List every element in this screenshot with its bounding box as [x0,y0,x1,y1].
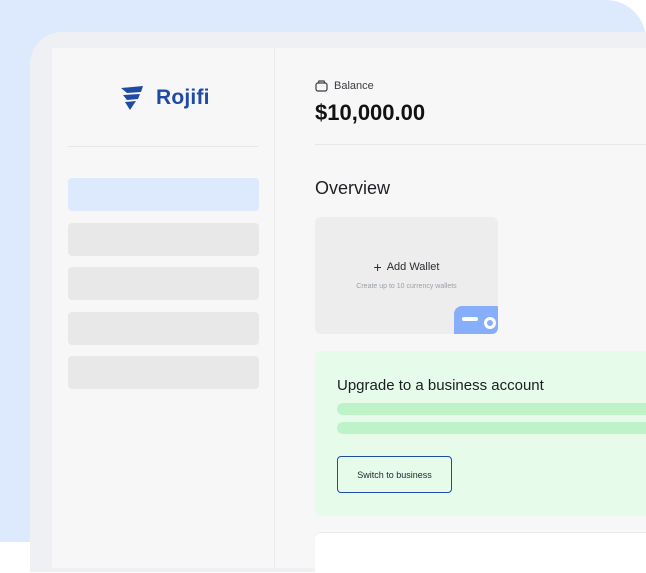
add-wallet-card[interactable]: + Add Wallet Create up to 10 currency wa… [315,217,498,334]
sidebar-item-placeholder[interactable] [68,223,259,256]
wallet-illustration-icon [454,306,498,334]
brand-logo[interactable]: Rojifi [118,84,210,112]
sidebar-item-placeholder[interactable] [68,312,259,345]
upgrade-card: Upgrade to a business account Switch to … [315,351,646,516]
upgrade-skeleton-line [337,422,646,434]
app-screen: Rojifi Balance $10,000.00 Overview + Add… [52,48,646,573]
switch-to-business-button[interactable]: Switch to business [337,456,452,493]
sidebar: Rojifi [52,48,275,568]
add-wallet-title-row: + Add Wallet [315,258,498,275]
wallet-icon [315,80,328,92]
sidebar-item-active[interactable] [68,178,259,211]
sidebar-item-placeholder[interactable] [68,356,259,389]
bottom-card [315,532,646,573]
rojifi-logo-icon [121,86,143,110]
plus-icon: + [373,258,382,275]
main-content: Balance $10,000.00 Overview + Add Wallet… [275,48,646,573]
add-wallet-subtitle: Create up to 10 currency wallets [356,283,457,290]
balance-divider [315,144,646,145]
sidebar-divider [68,146,258,147]
balance-label: Balance [334,80,374,92]
upgrade-title: Upgrade to a business account [337,377,544,394]
balance-value: $10,000.00 [315,100,426,125]
upgrade-skeleton-line [337,403,646,415]
overview-heading: Overview [315,178,391,198]
add-wallet-title: Add Wallet [386,261,440,273]
balance-label-row: Balance [315,80,374,92]
sidebar-item-placeholder[interactable] [68,267,259,300]
brand-name: Rojifi [156,86,210,109]
